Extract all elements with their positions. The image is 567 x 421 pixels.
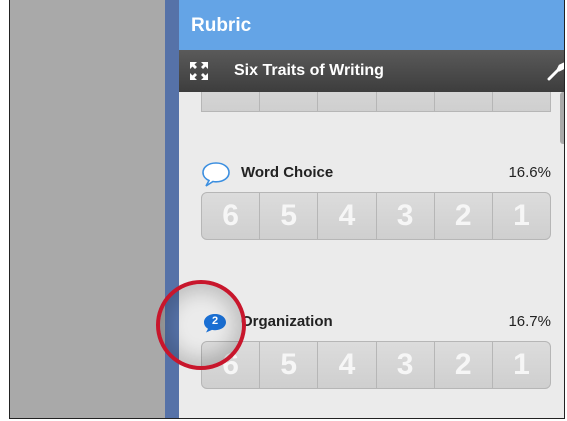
rubric-header: Rubric (179, 0, 564, 51)
criterion-weight: 16.6% (508, 164, 551, 181)
criterion-header: Word Choice 16.6% (201, 161, 551, 187)
score-option[interactable] (376, 92, 435, 112)
score-scale: 6 5 4 3 2 1 (201, 192, 552, 240)
score-option[interactable]: 6 (201, 192, 261, 240)
criterion-name: Organization (241, 313, 333, 330)
score-scale: 6 5 4 3 2 1 (201, 341, 552, 389)
criterion-weight: 16.7% (508, 313, 551, 330)
score-option[interactable] (492, 92, 552, 112)
rubric-name: Six Traits of Writing (234, 62, 384, 79)
score-option[interactable]: 3 (376, 192, 435, 240)
rubric-panel: Rubric Six Traits of Writing Word Choice… (179, 0, 565, 418)
score-option[interactable] (260, 92, 319, 112)
criterion-name: Word Choice (241, 164, 334, 181)
highlight-annotation-circle (156, 280, 246, 370)
background-area (10, 0, 165, 418)
score-option[interactable] (318, 92, 377, 112)
window-frame: Rubric Six Traits of Writing Word Choice… (9, 0, 565, 419)
score-option[interactable]: 5 (260, 192, 319, 240)
rubric-title: Rubric (191, 15, 252, 36)
score-option[interactable]: 5 (260, 341, 319, 389)
score-option[interactable]: 4 (318, 192, 377, 240)
rubric-toolbar: Six Traits of Writing (179, 50, 565, 92)
comment-icon[interactable] (201, 161, 231, 187)
score-option[interactable]: 1 (492, 341, 552, 389)
score-option[interactable]: 4 (318, 341, 377, 389)
score-option[interactable]: 2 (434, 192, 493, 240)
scrollbar[interactable] (560, 92, 564, 144)
score-option[interactable] (201, 92, 261, 112)
score-option[interactable]: 3 (376, 341, 435, 389)
criterion-header: 2 Organization 16.7% (201, 310, 551, 334)
rubric-content: Word Choice 16.6% 6 5 4 3 2 1 2 Organiza… (179, 92, 564, 418)
score-option[interactable] (434, 92, 493, 112)
expand-icon[interactable] (189, 61, 209, 81)
score-option[interactable]: 2 (434, 341, 493, 389)
score-option[interactable]: 1 (492, 192, 552, 240)
score-scale-previous (201, 92, 552, 112)
wrench-icon[interactable] (545, 60, 565, 82)
